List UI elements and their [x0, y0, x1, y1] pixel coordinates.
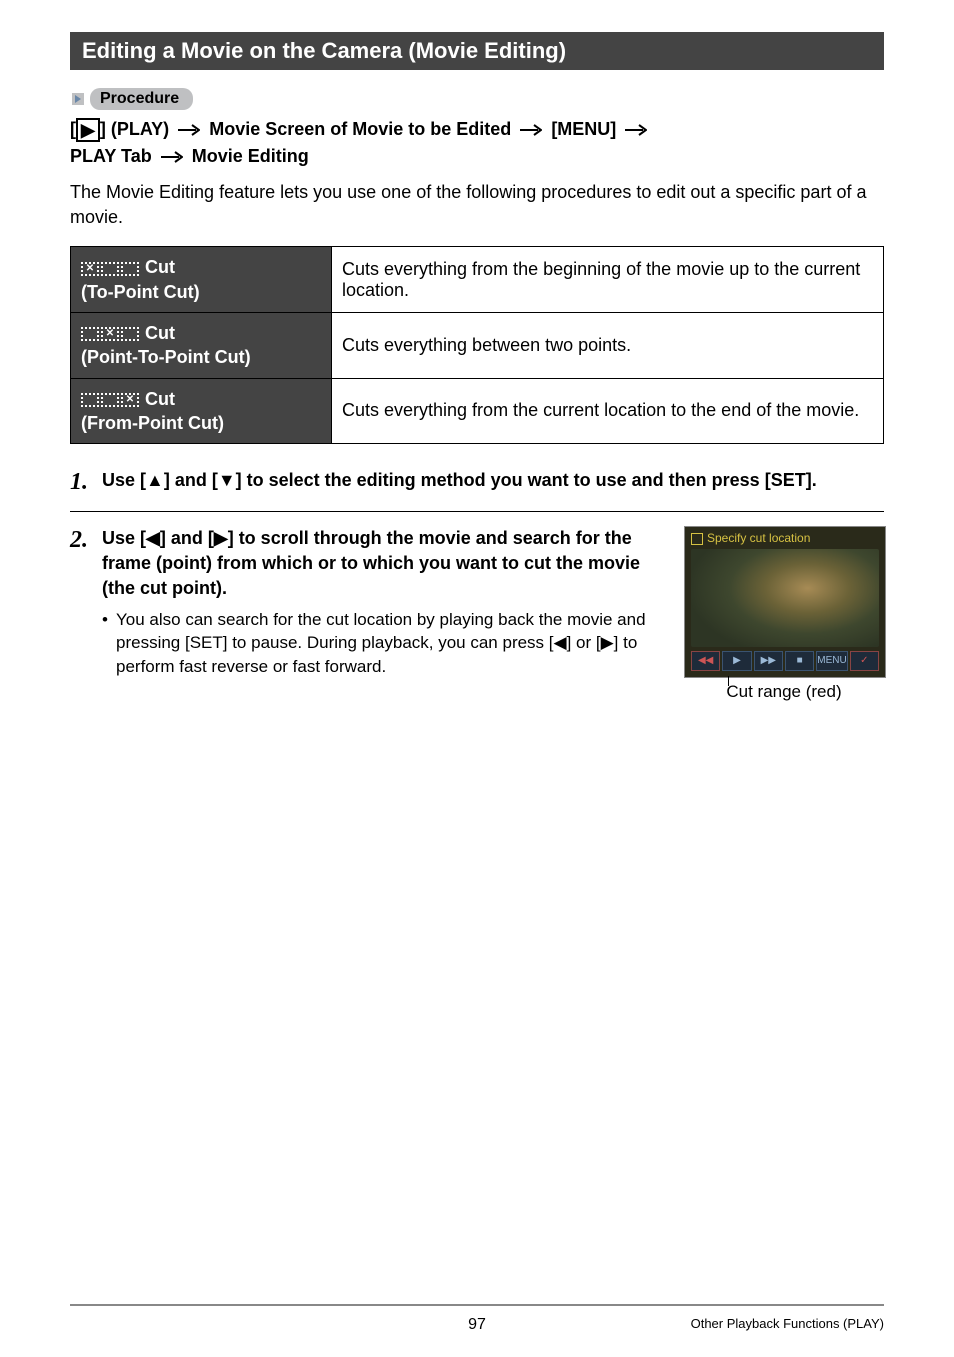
bullet-icon: •: [102, 608, 116, 679]
procedure-label: Procedure: [90, 88, 193, 110]
table-row: Cut (Point-To-Point Cut) Cuts everything…: [71, 312, 884, 378]
cut-title: Cut: [145, 257, 175, 277]
play-icon: ▶: [76, 118, 100, 142]
page-footer: 97 Other Playback Functions (PLAY): [70, 1304, 884, 1331]
step2-sub-text: You also can search for the cut location…: [116, 608, 666, 679]
cut-icon-from-point: [81, 393, 139, 407]
breadcrumb-part1-suffix: ] (PLAY): [100, 119, 169, 139]
cut-subtitle: (Point-To-Point Cut): [81, 347, 251, 367]
arrow-right-icon: [178, 124, 200, 136]
bullet-icon: [70, 91, 86, 107]
movie-thumbnail: Specify cut location ◀◀ ▶ ▶▶ ■ MENU ✓: [684, 526, 886, 678]
divider: [70, 511, 884, 512]
arrow-right-icon: [520, 124, 542, 136]
thumbnail-control-bar: ◀◀ ▶ ▶▶ ■ MENU ✓: [691, 651, 879, 671]
thumbnail-top-label: Specify cut location: [691, 531, 810, 545]
cut-label: Cut (From-Point Cut): [71, 378, 332, 444]
bar-segment: MENU: [816, 651, 847, 671]
thumbnail-image: [691, 549, 879, 647]
arrow-right-icon: [625, 124, 647, 136]
footer-page-number: 97: [70, 1316, 884, 1334]
cut-subtitle: (From-Point Cut): [81, 413, 224, 433]
breadcrumb-part2: Movie Screen of Movie to be Edited: [209, 119, 511, 139]
breadcrumb-part3: [MENU]: [551, 119, 616, 139]
caption-tick-icon: [728, 676, 729, 686]
cut-desc: Cuts everything between two points.: [332, 312, 884, 378]
cut-title: Cut: [145, 323, 175, 343]
cuts-table: Cut (To-Point Cut) Cuts everything from …: [70, 246, 884, 444]
step-1: 1. Use [▲] and [▼] to select the editing…: [70, 468, 884, 497]
cut-desc: Cuts everything from the current locatio…: [332, 378, 884, 444]
step-number: 1.: [70, 468, 102, 497]
cut-icon-to-point: [81, 262, 139, 276]
step-number: 2.: [70, 526, 102, 702]
bar-segment: ✓: [850, 651, 879, 671]
bar-segment: ▶▶: [754, 651, 783, 671]
breadcrumb-part5: Movie Editing: [192, 146, 309, 166]
section-title: Editing a Movie on the Camera (Movie Edi…: [70, 32, 884, 70]
arrow-right-icon: [161, 151, 183, 163]
cut-label: Cut (To-Point Cut): [71, 247, 332, 313]
bar-segment: ◀◀: [691, 651, 720, 671]
cut-subtitle: (To-Point Cut): [81, 282, 200, 302]
cut-label: Cut (Point-To-Point Cut): [71, 312, 332, 378]
checkbox-icon: [691, 533, 703, 545]
intro-text: The Movie Editing feature lets you use o…: [70, 180, 884, 230]
table-row: Cut (To-Point Cut) Cuts everything from …: [71, 247, 884, 313]
breadcrumb: [▶] (PLAY) Movie Screen of Movie to be E…: [70, 116, 884, 170]
bar-segment: ▶: [722, 651, 751, 671]
step-2: 2. Use [◀] and [▶] to scroll through the…: [70, 526, 884, 702]
cut-title: Cut: [145, 389, 175, 409]
thumbnail-caption: Cut range (red): [684, 682, 884, 702]
thumbnail-column: Specify cut location ◀◀ ▶ ▶▶ ■ MENU ✓ Cu…: [684, 526, 884, 702]
step2-title: Use [◀] and [▶] to scroll through the mo…: [102, 526, 666, 602]
procedure-heading: Procedure: [70, 88, 884, 110]
step1-title: Use [▲] and [▼] to select the editing me…: [102, 468, 884, 493]
bar-segment: ■: [785, 651, 814, 671]
table-row: Cut (From-Point Cut) Cuts everything fro…: [71, 378, 884, 444]
cut-icon-point-to-point: [81, 327, 139, 341]
cut-desc: Cuts everything from the beginning of th…: [332, 247, 884, 313]
step2-sub: • You also can search for the cut locati…: [102, 608, 666, 679]
breadcrumb-part4: PLAY Tab: [70, 146, 152, 166]
